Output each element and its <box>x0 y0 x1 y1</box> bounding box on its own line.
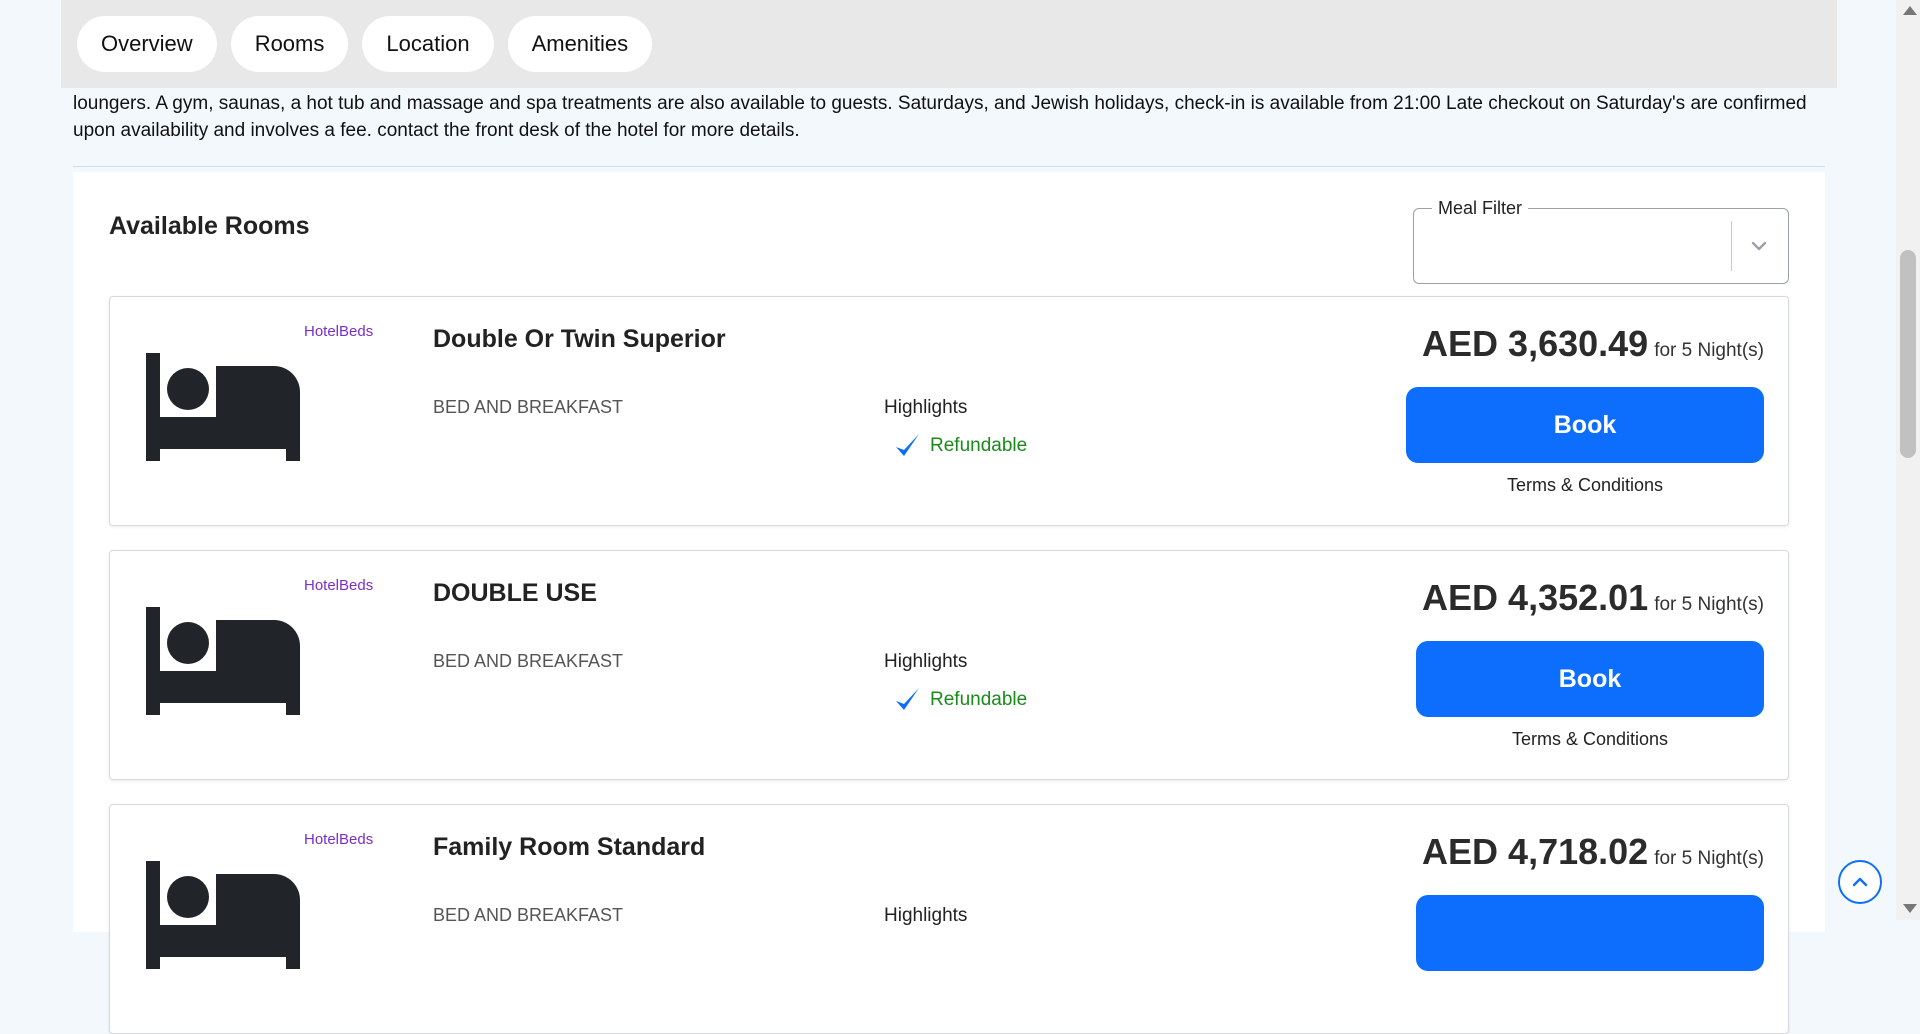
room-name: DOUBLE USE <box>433 579 597 607</box>
highlight-refundable: Refundable <box>930 689 1028 710</box>
hotel-description: loungers. A gym, saunas, a hot tub and m… <box>73 93 1807 141</box>
book-button[interactable]: Book <box>1406 387 1764 463</box>
scroll-up-arrow-icon[interactable] <box>1903 6 1917 15</box>
room-card: HotelBeds Family Room Standard BED AND B… <box>109 804 1789 1034</box>
highlights-title: Highlights <box>884 397 968 418</box>
board-type: BED AND BREAKFAST <box>433 651 624 671</box>
terms-conditions-link[interactable]: Terms & Conditions <box>1406 475 1764 496</box>
provider-label: HotelBeds <box>304 577 374 594</box>
chevron-up-icon <box>1852 877 1868 887</box>
meal-filter-label: Meal Filter <box>1432 198 1529 219</box>
room-card: HotelBeds Double Or Twin Superior BED AN… <box>109 296 1789 526</box>
room-price: AED 4,718.02 <box>1422 831 1649 872</box>
bed-icon <box>146 861 300 969</box>
book-button[interactable] <box>1416 895 1764 971</box>
nights-label: for 5 Night(s) <box>1654 594 1764 615</box>
chevron-down-icon[interactable] <box>1744 231 1774 261</box>
board-type: BED AND BREAKFAST <box>433 905 624 925</box>
available-rooms-panel: Available Rooms Meal Filter HotelBeds Do… <box>73 172 1825 1034</box>
board-type: BED AND BREAKFAST <box>433 397 624 417</box>
highlights-title: Highlights <box>884 651 968 672</box>
hotel-page: Overview Rooms Location Amenities lounge… <box>61 0 1837 1034</box>
back-to-top-button[interactable] <box>1838 860 1882 904</box>
meal-filter-separator <box>1731 221 1732 271</box>
book-button[interactable]: Book <box>1416 641 1764 717</box>
price-row: AED 3,630.49 for 5 Night(s) <box>1422 323 1764 365</box>
provider-label: HotelBeds <box>304 323 374 340</box>
bed-icon <box>146 353 300 461</box>
room-name: Family Room Standard <box>433 833 706 861</box>
terms-conditions-link[interactable]: Terms & Conditions <box>1416 729 1764 750</box>
price-row: AED 4,718.02 for 5 Night(s) <box>1422 831 1764 873</box>
highlight-item: Refundable <box>892 431 1027 461</box>
nights-label: for 5 Night(s) <box>1654 848 1764 869</box>
tab-location[interactable]: Location <box>362 16 494 72</box>
nights-label: for 5 Night(s) <box>1654 340 1764 361</box>
provider-label: HotelBeds <box>304 831 374 848</box>
room-price: AED 3,630.49 <box>1422 323 1649 364</box>
room-card: HotelBeds DOUBLE USE BED AND BREAKFAST H… <box>109 550 1789 780</box>
price-row: AED 4,352.01 for 5 Night(s) <box>1422 577 1764 619</box>
room-price: AED 4,352.01 <box>1422 577 1649 618</box>
highlights-title: Highlights <box>884 905 968 926</box>
tab-overview[interactable]: Overview <box>77 16 217 72</box>
section-tabbar: Overview Rooms Location Amenities <box>61 0 1837 88</box>
check-icon <box>896 434 919 456</box>
highlight-item: Refundable <box>892 685 1027 715</box>
check-icon <box>896 688 919 710</box>
available-rooms-title: Available Rooms <box>109 212 310 240</box>
highlight-refundable: Refundable <box>930 435 1028 456</box>
scrollbar-thumb[interactable] <box>1900 250 1916 458</box>
tab-amenities[interactable]: Amenities <box>507 16 653 72</box>
scroll-down-arrow-icon[interactable] <box>1903 904 1917 913</box>
room-name: Double Or Twin Superior <box>433 325 726 353</box>
tab-rooms[interactable]: Rooms <box>230 16 349 72</box>
bed-icon <box>146 607 300 715</box>
meal-filter-select[interactable]: Meal Filter <box>1413 198 1789 284</box>
section-divider <box>73 166 1825 167</box>
scrollbar[interactable] <box>1896 0 1920 920</box>
